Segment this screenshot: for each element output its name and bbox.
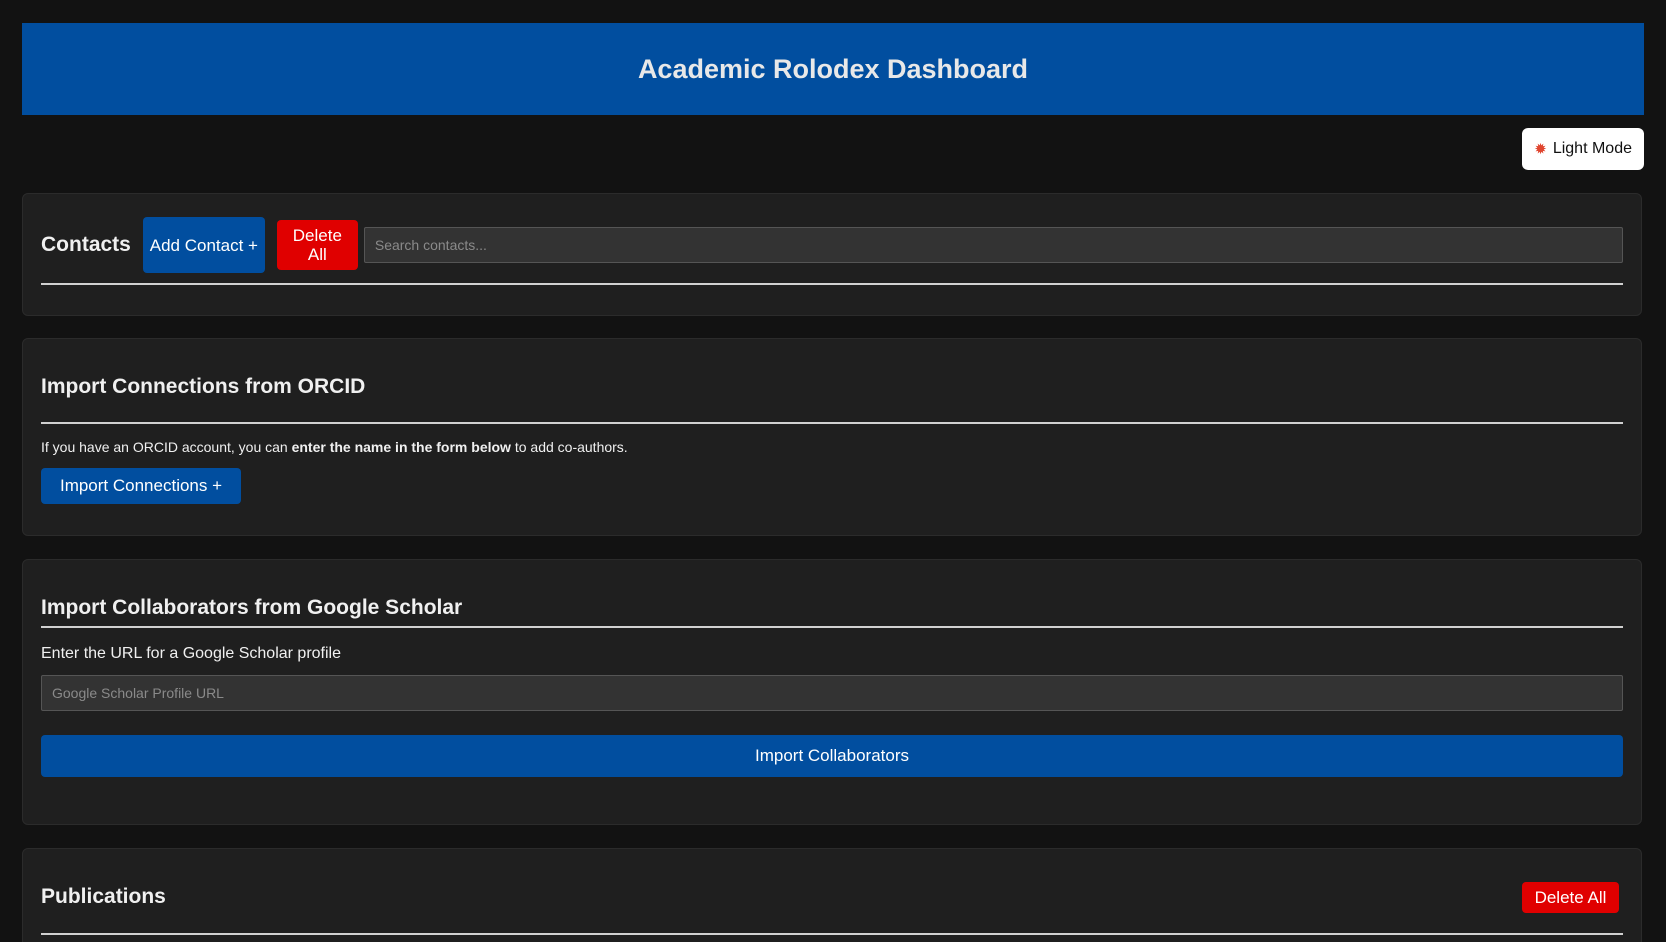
add-contact-button[interactable]: Add Contact + [142,217,265,273]
scholar-url-label: Enter the URL for a Google Scholar profi… [41,645,342,662]
import-collaborators-button[interactable]: Import Collaborators [41,735,1623,777]
sun-icon: ✹ [1534,141,1547,158]
import-connections-button[interactable]: Import Connections + [41,468,241,504]
search-contacts-input[interactable] [363,227,1623,263]
publications-divider [41,933,1623,935]
app-header: Academic Rolodex Dashboard [22,23,1644,115]
contacts-toolbar: Contacts Add Contact + Delete All [41,216,1623,274]
publications-section: Publications Delete All [22,848,1642,942]
delete-all-contacts-button[interactable]: Delete All [276,220,358,270]
orcid-divider [41,422,1623,424]
orcid-desc-bold: enter the name in the form below [291,439,511,455]
scholar-divider [41,626,1623,628]
dashboard-page: Academic Rolodex Dashboard ✹ Light Mode … [0,0,1666,942]
orcid-desc-suffix: to add co-authors. [510,439,628,455]
scholar-profile-url-input[interactable] [41,675,1623,711]
light-mode-label: Light Mode [1552,140,1632,157]
scholar-title: Import Collaborators from Google Scholar [41,596,463,619]
contacts-title: Contacts [41,233,131,256]
orcid-description: If you have an ORCID account, you can en… [41,439,628,455]
orcid-title: Import Connections from ORCID [41,375,366,398]
orcid-desc-prefix: If you have an ORCID account, you can [41,439,292,455]
contacts-divider [41,283,1623,285]
delete-all-publications-button[interactable]: Delete All [1522,882,1619,913]
light-mode-toggle-button[interactable]: ✹ Light Mode [1522,128,1644,170]
page-title: Academic Rolodex Dashboard [637,53,1029,84]
contacts-section: Contacts Add Contact + Delete All [22,193,1642,316]
orcid-import-section: Import Connections from ORCID If you hav… [22,338,1642,536]
google-scholar-import-section: Import Collaborators from Google Scholar… [22,559,1642,825]
publications-title: Publications [41,885,166,908]
